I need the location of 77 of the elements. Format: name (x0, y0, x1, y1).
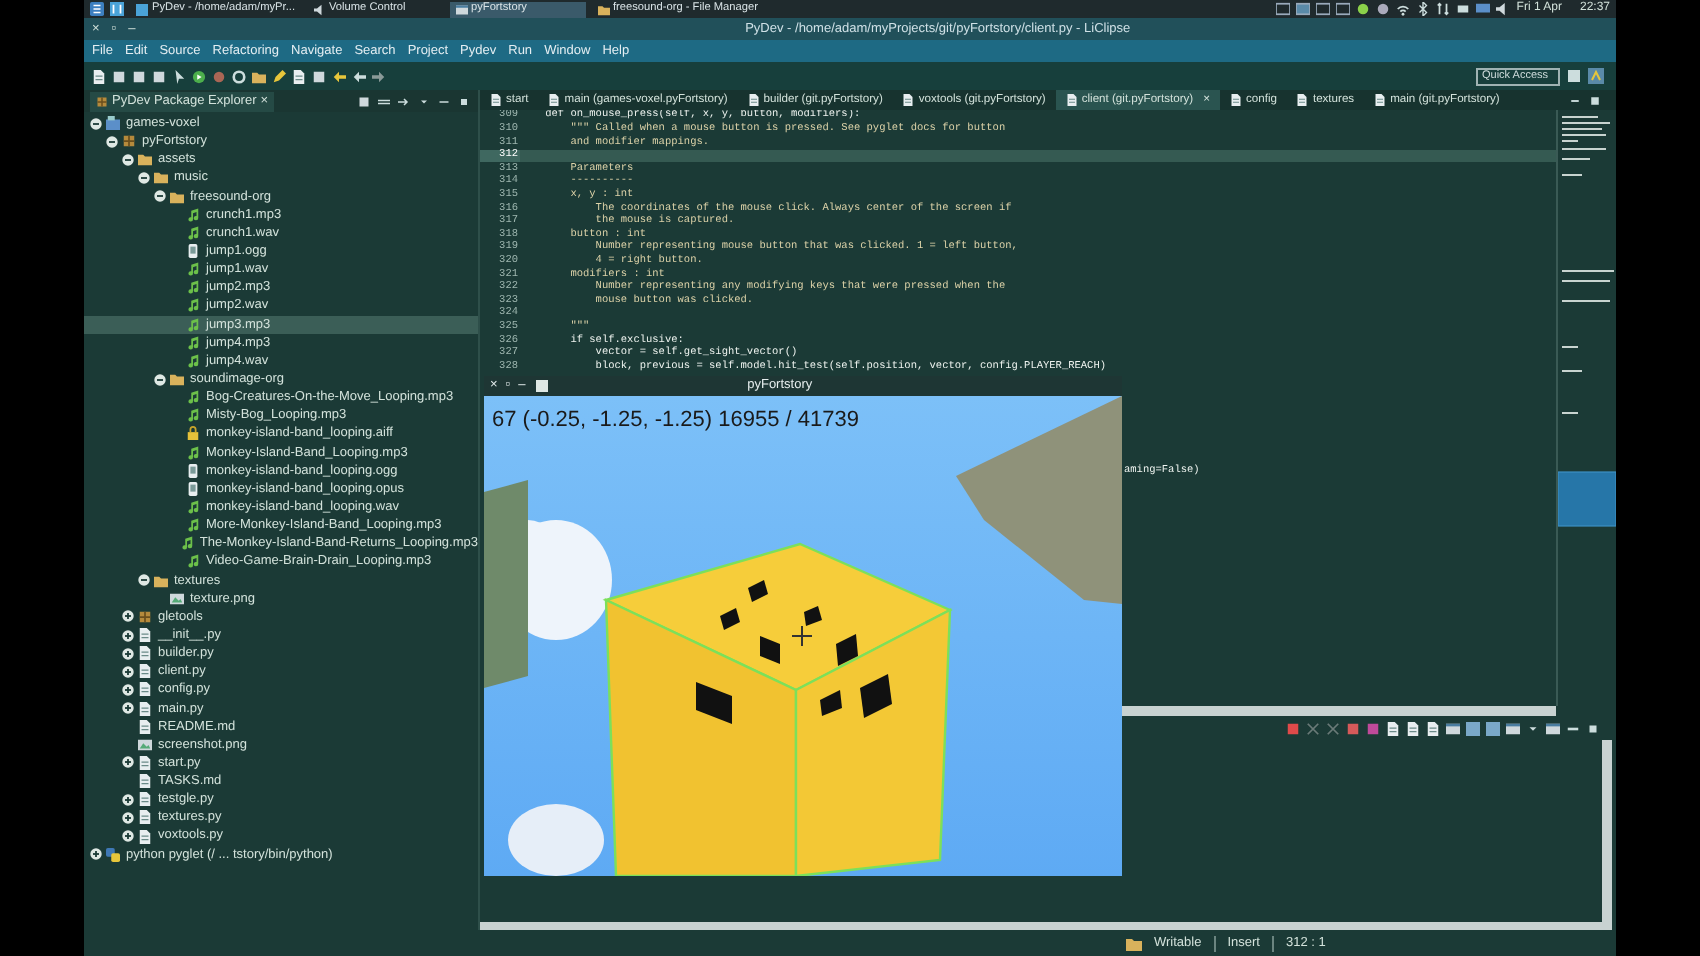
collapse-icon[interactable] (122, 153, 134, 166)
collapse-icon[interactable] (90, 117, 102, 130)
arrow-icon[interactable] (398, 95, 410, 107)
display-icon[interactable] (1476, 2, 1491, 16)
minimize-icon[interactable] (1570, 95, 1580, 105)
display-icon[interactable] (1446, 721, 1460, 735)
app-icon[interactable] (110, 2, 124, 16)
media-file-icon (186, 244, 200, 259)
python-file-icon (1374, 94, 1387, 106)
circle-icon[interactable] (1356, 2, 1371, 16)
horizontal-scrollbar[interactable] (1122, 706, 1556, 716)
folder-icon[interactable] (1126, 935, 1142, 951)
caret-icon[interactable] (418, 95, 430, 107)
collapse-icon[interactable] (154, 190, 166, 203)
perspective-icon[interactable] (1566, 68, 1582, 84)
new-file-icon[interactable] (92, 69, 106, 83)
lock-icon (186, 426, 200, 441)
folder-icon (170, 372, 184, 387)
image-icon (170, 591, 184, 606)
battery-icon[interactable] (1456, 2, 1471, 16)
remove-icon[interactable] (1306, 721, 1320, 735)
package-icon (96, 95, 108, 107)
collapse-icon[interactable] (138, 574, 150, 587)
hud-text: 67 (-0.25, -1.25, -1.25) 16955 / 41739 (492, 408, 859, 432)
wifi-icon[interactable] (1396, 2, 1411, 16)
collapse-icon[interactable] (154, 373, 166, 386)
folder-icon[interactable] (252, 69, 266, 83)
python-file-icon (902, 94, 915, 106)
circle-icon[interactable] (1376, 2, 1391, 16)
stop-icon[interactable] (1286, 721, 1300, 735)
image-icon (138, 737, 152, 752)
maximize-icon[interactable] (1590, 95, 1600, 105)
expand-icon[interactable] (122, 629, 134, 641)
console-icon[interactable] (1546, 721, 1560, 735)
expand-icon[interactable] (90, 848, 102, 861)
pencil-icon[interactable] (272, 69, 286, 83)
game-view[interactable]: 67 (-0.25, -1.25, -1.25) 16955 / 41739 (484, 396, 1122, 876)
expand-icon[interactable] (122, 665, 134, 678)
python-file-icon (747, 94, 760, 106)
expand-icon[interactable] (122, 647, 134, 660)
folder-icon (154, 573, 168, 588)
python-file-icon (1065, 94, 1078, 106)
python-file-icon (1296, 94, 1309, 106)
project-icon (106, 116, 120, 131)
bluetooth-icon[interactable] (1416, 2, 1431, 16)
collapse-icon[interactable] (138, 171, 150, 184)
window-icon (533, 380, 550, 392)
expand-icon[interactable] (122, 683, 134, 696)
python-file-icon (548, 94, 561, 106)
expand-icon[interactable] (122, 610, 134, 623)
expand-icon[interactable] (122, 702, 134, 715)
vertical-scrollbar[interactable] (1602, 740, 1612, 922)
python-file-icon (1229, 94, 1242, 106)
app-icon (136, 3, 148, 15)
expand-icon[interactable] (122, 811, 134, 824)
expand-icon[interactable] (122, 793, 134, 806)
interpreter-icon (106, 847, 120, 862)
package-icon (122, 134, 136, 149)
python-file-icon (490, 94, 502, 106)
horizontal-scrollbar[interactable] (480, 922, 1612, 930)
forward-arrow-icon[interactable] (372, 69, 386, 83)
expand-icon[interactable] (122, 756, 134, 769)
caret-icon[interactable] (1526, 721, 1540, 735)
expand-icon[interactable] (122, 830, 134, 843)
menu-icon[interactable] (90, 2, 104, 16)
minimize-icon[interactable] (438, 95, 450, 107)
run-icon[interactable] (192, 69, 206, 83)
music-note-icon (186, 445, 200, 460)
console-icon[interactable] (1506, 721, 1520, 735)
package-icon (138, 609, 152, 624)
cursor-icon[interactable] (172, 69, 186, 83)
collapse-icon[interactable] (106, 135, 118, 148)
maximize-icon[interactable] (1586, 721, 1600, 735)
network-icon[interactable] (1436, 2, 1451, 16)
window-icon (455, 3, 467, 15)
maximize-icon[interactable] (458, 95, 470, 107)
scrollbar-thumb[interactable] (1557, 471, 1616, 527)
